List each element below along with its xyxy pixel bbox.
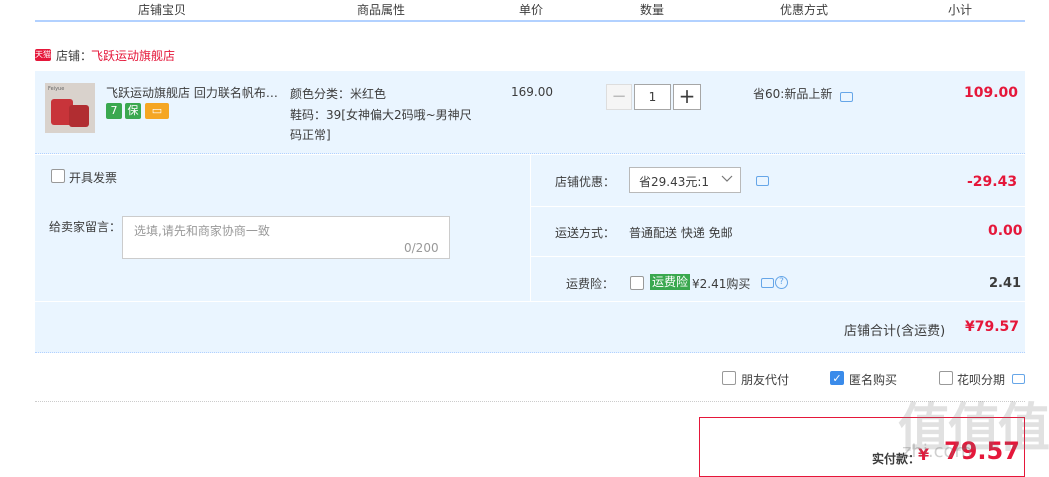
shop-label: 店铺： [56,49,93,63]
shop-discount-select[interactable]: 省29.43元:1 [629,167,741,193]
cart-table-header: 店铺宝贝 商品属性 单价 数量 优惠方式 小计 [35,0,1025,22]
card-icon[interactable]: ▭ [145,103,169,119]
product-thumbnail[interactable]: Feiyue [45,83,95,133]
product-size-attr: 鞋码：39[女神偏大2码哦~男神尺码正常] [290,108,472,142]
shipping-label: 运送方式： [555,226,616,240]
insurance-label: 运费险： [566,277,615,291]
insurance-amount: 2.41 [989,276,1022,291]
shop-discount-label: 店铺优惠： [555,175,616,189]
shop-discount-amount: -29.43 [967,174,1018,190]
promotion-chat-icon[interactable] [840,92,853,102]
shop-name-link[interactable]: 飞跃运动旗舰店 [91,47,175,64]
insurance-checkbox[interactable] [630,276,644,290]
shop-total: ¥79.57 [965,319,1020,335]
help-icon[interactable]: ? [775,276,788,289]
col-unit-price: 单价 [519,3,544,17]
quantity-input[interactable]: 1 [634,84,671,110]
shipping-amount: 0.00 [988,223,1023,239]
message-placeholder: 选填,请先和商家协商一致 [134,224,270,238]
watermark-text: zhi.com [902,441,973,462]
message-char-count: 0/200 [404,241,439,255]
shop-discount-value: 省29.43元:1 [639,175,710,189]
col-subtotal: 小计 [948,3,973,17]
huabei-checkbox[interactable] [939,371,953,385]
quantity-decrease-button[interactable]: − [606,84,632,110]
unit-price: 169.00 [511,85,553,99]
col-shop-item: 店铺宝贝 [138,3,187,17]
insurance-icon[interactable]: 保 [125,103,141,119]
message-label: 给卖家留言： [49,220,122,234]
chevron-down-icon [720,172,734,189]
insurance-chat-icon[interactable] [761,278,774,288]
col-promotion: 优惠方式 [780,3,829,17]
thumbnail-brand-text: Feiyue [48,86,65,92]
col-quantity: 数量 [640,3,665,17]
shipping-value: 普通配送 快递 免邮 [629,226,733,240]
anonymous-label: 匿名购买 [849,373,898,387]
invoice-label: 开具发票 [69,171,118,185]
friend-pay-label: 朋友代付 [741,373,790,387]
anonymous-checkbox[interactable]: ✓ [830,371,844,385]
product-title-link[interactable]: 飞跃运动旗舰店 回力联名帆布鞋女低帮 [106,84,281,101]
invoice-checkbox[interactable] [51,169,65,183]
insurance-price: ¥2.41购买 [692,277,751,291]
product-color-attr: 颜色分类：米红色 [290,87,387,101]
tmall-badge-icon: 天猫 [35,49,51,61]
col-attributes: 商品属性 [357,3,406,17]
huabei-chat-icon[interactable] [1012,374,1025,384]
discount-chat-icon[interactable] [756,176,769,186]
insurance-tag: 运费险 [650,274,691,290]
item-subtotal: 109.00 [964,85,1019,101]
friend-pay-checkbox[interactable] [722,371,736,385]
promotion-text: 省60:新品上新 [753,87,833,101]
seven-day-return-icon[interactable]: 7 [106,103,122,119]
shop-total-label: 店铺合计(含运费) [844,324,946,339]
quantity-increase-button[interactable]: + [673,84,701,110]
